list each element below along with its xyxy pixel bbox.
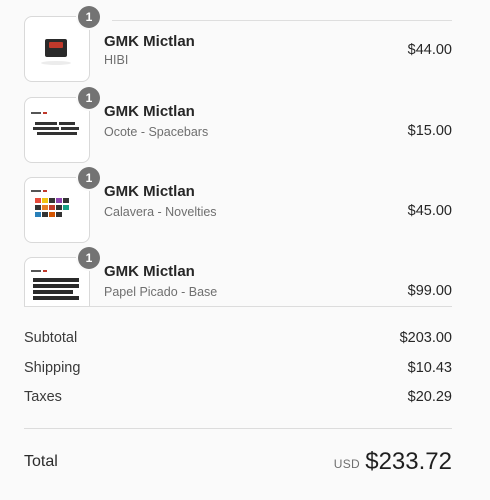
item-name: GMK Mictlan <box>104 183 195 200</box>
shipping-value: $10.43 <box>407 360 452 376</box>
shipping-row: Shipping $10.43 <box>24 360 452 380</box>
thumbnail-wrapper: 1 <box>24 6 100 82</box>
subtotal-label: Subtotal <box>24 330 78 346</box>
total-label: Total <box>24 453 58 470</box>
taxes-value: $20.29 <box>407 389 452 405</box>
taxes-label: Taxes <box>24 389 62 405</box>
quantity-badge: 1 <box>78 6 100 28</box>
item-name: GMK Mictlan <box>104 103 195 120</box>
line-item: 1 GMK Mictlan HIBI $44.00 <box>24 6 452 82</box>
line-item: 1 GMK Mictlan Papel Picado - Base $99.00 <box>24 247 452 306</box>
thumbnail-wrapper: 1 <box>24 87 100 163</box>
item-price: $15.00 <box>407 123 452 139</box>
item-variant: Papel Picado - Base <box>104 285 218 299</box>
shipping-label: Shipping <box>24 360 81 376</box>
keycap-product-image <box>24 16 90 82</box>
quantity-badge: 1 <box>78 167 100 189</box>
item-variant: Calavera - Novelties <box>104 205 217 219</box>
subtotal-row: Subtotal $203.00 <box>24 330 452 350</box>
line-item: 1 GMK Mictlan Calavera - Novelties $45.0… <box>24 167 452 243</box>
item-name: GMK Mictlan <box>104 263 195 280</box>
currency-code: USD <box>333 457 360 471</box>
novelties-kit-image <box>24 177 90 243</box>
total-value: $233.72 <box>365 448 452 475</box>
quantity-badge: 1 <box>78 247 100 269</box>
taxes-row: Taxes $20.29 <box>24 389 452 409</box>
summary-divider <box>24 428 452 429</box>
item-price: $45.00 <box>407 203 452 219</box>
item-price: $44.00 <box>407 42 452 58</box>
quantity-badge: 1 <box>78 87 100 109</box>
item-name: GMK Mictlan <box>104 33 195 50</box>
subtotal-value: $203.00 <box>399 330 452 346</box>
item-variant: HIBI <box>104 53 129 67</box>
item-variant: Ocote - Spacebars <box>104 125 209 139</box>
thumbnail-wrapper: 1 <box>24 247 100 306</box>
thumbnail-wrapper: 1 <box>24 167 100 243</box>
order-summary-panel: 1 GMK Mictlan HIBI $44.00 1 GMK Mictlan … <box>0 0 490 500</box>
item-price: $99.00 <box>407 283 452 299</box>
line-item: 1 GMK Mictlan Ocote - Spacebars $15.00 <box>24 87 452 163</box>
spacebar-kit-image <box>24 97 90 163</box>
line-items-list: 1 GMK Mictlan HIBI $44.00 1 GMK Mictlan … <box>24 0 452 307</box>
